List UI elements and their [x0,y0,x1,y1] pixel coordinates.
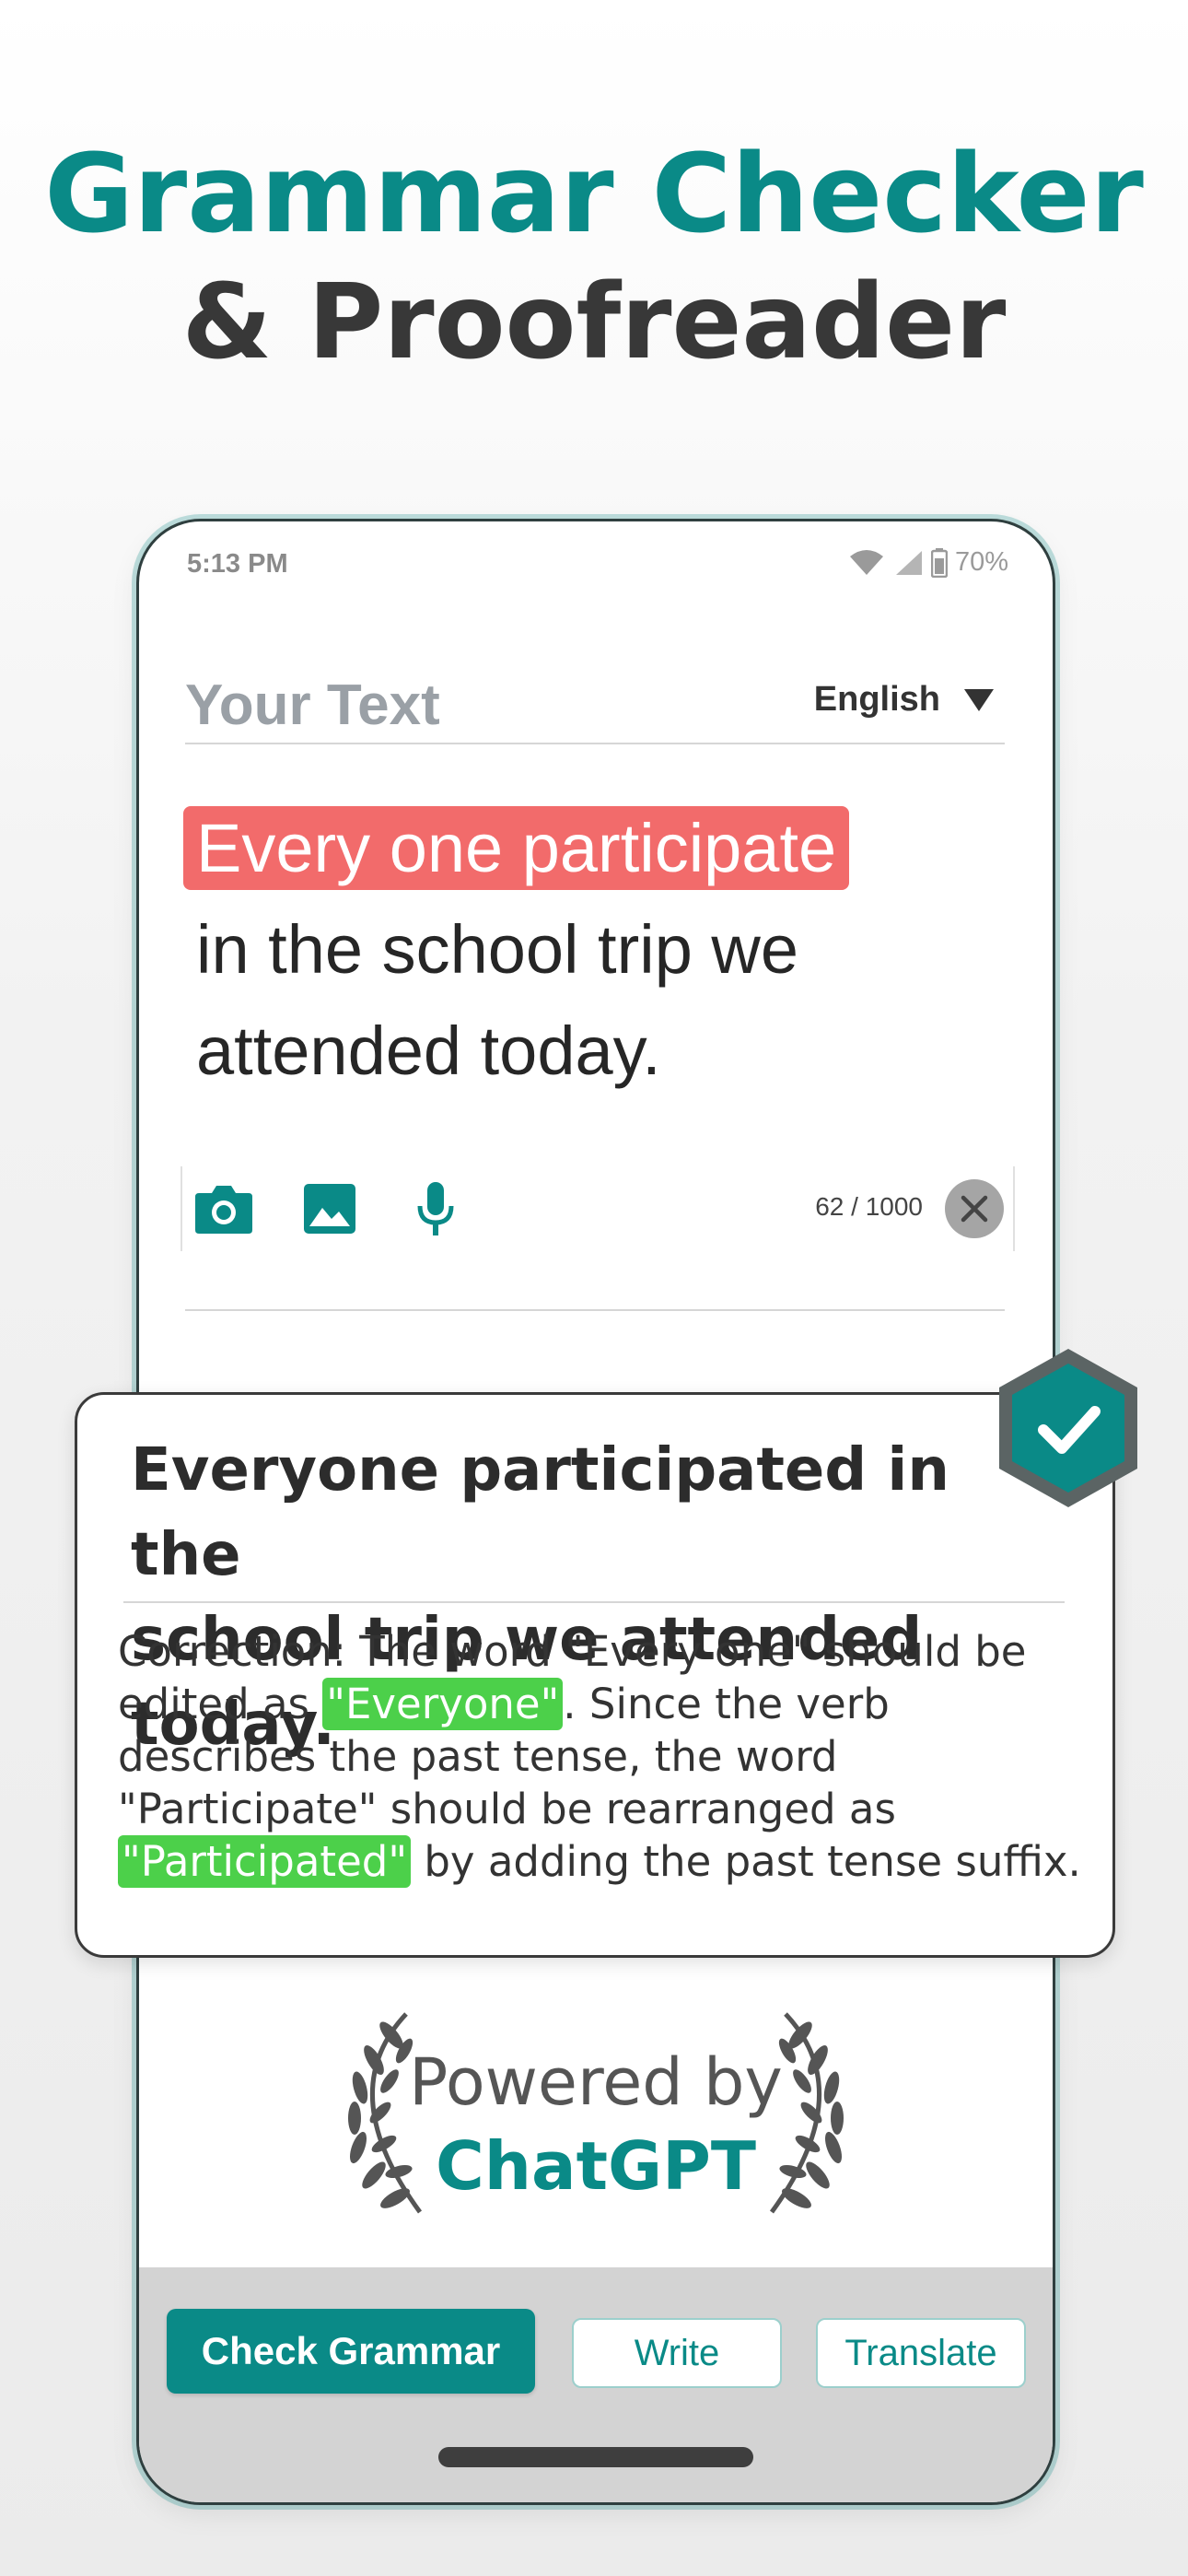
editor-toolbar: 62 / 1000 [181,1166,1015,1251]
powered-by-brand: ChatGPT [435,2127,757,2205]
explanation-text-3: by adding the past tense suffix. [411,1837,1081,1886]
editor-label: Your Text [185,673,440,737]
write-button[interactable]: Write [572,2318,782,2388]
language-selector[interactable]: English [814,680,994,720]
hero-heading: Grammar Checker & Proofreader [0,129,1188,387]
signal-icon [895,550,922,575]
wifi-icon [849,549,883,575]
status-time: 5:13 PM [187,549,288,579]
microphone-icon[interactable] [403,1179,468,1238]
suggestion-highlight-1: "Everyone" [322,1678,564,1730]
camera-icon[interactable] [192,1179,256,1238]
editor-header: Your Text English [185,660,1005,744]
close-icon [961,1195,988,1223]
language-label: English [813,680,940,719]
battery-percent: 70% [954,547,1008,577]
translate-button[interactable]: Translate [816,2318,1026,2388]
result-card: Everyone participated in the school trip… [75,1392,1115,1958]
status-icons: 70% [848,547,1008,578]
editor-divider [185,1309,1005,1311]
suggestion-highlight-2: "Participated" [118,1835,412,1888]
text-line-3: attended today. [196,1013,661,1089]
hero-title-line1: Grammar Checker [44,130,1144,257]
text-line-2: in the school trip we [196,911,799,988]
clear-button[interactable] [945,1179,1004,1238]
image-icon[interactable] [297,1179,362,1238]
error-highlight[interactable]: Every one participate [183,806,850,890]
checkmark-badge-icon [999,1349,1137,1507]
powered-by-label: Powered by [409,2044,783,2120]
corrected-line-1: Everyone participated in the [131,1436,949,1589]
caret-down-icon [964,688,994,711]
home-indicator[interactable] [438,2447,753,2467]
powered-by-section: Powered by ChatGPT [139,2009,1053,2240]
correction-explanation: Correction: The word "Every one" should … [118,1625,1094,1888]
battery-icon [930,547,948,578]
text-input[interactable]: Every one participate in the school trip… [183,798,994,1102]
char-counter: 62 / 1000 [815,1192,923,1221]
hero-title-line2: & Proofreader [181,263,1007,382]
check-grammar-button[interactable]: Check Grammar [167,2309,535,2394]
result-divider [123,1601,1065,1603]
